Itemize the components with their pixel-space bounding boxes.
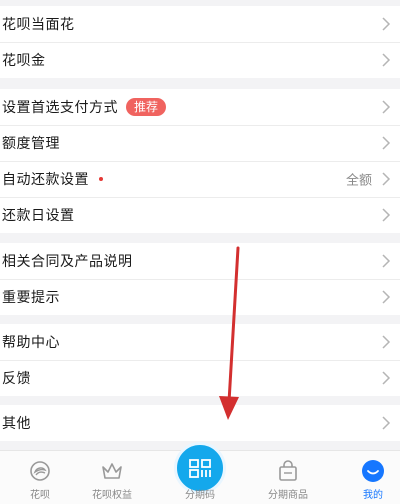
tab-huabei-benefits[interactable]: 花呗权益 — [72, 451, 152, 504]
menu-group-3: 相关合同及产品说明 重要提示 — [0, 243, 400, 315]
huabei-settings-screen: 花呗当面花 花呗金 设置首选支付方式 推荐 额度管理 自动还款设置 全额 还款日… — [0, 0, 400, 504]
menu-group-2: 设置首选支付方式 推荐 额度管理 自动还款设置 全额 还款日设置 — [0, 89, 400, 233]
tab-huabei[interactable]: 花呗 — [0, 451, 80, 504]
shopping-bag-icon — [279, 460, 297, 481]
menu-item-label: 还款日设置 — [2, 208, 75, 224]
menu-item-contracts[interactable]: 相关合同及产品说明 — [0, 243, 400, 279]
chevron-right-icon — [382, 172, 391, 186]
menu-item-feedback[interactable]: 反馈 — [0, 360, 400, 396]
chevron-right-icon — [382, 254, 391, 268]
menu-item-label: 相关合同及产品说明 — [2, 254, 133, 270]
menu-group-1: 花呗当面花 花呗金 — [0, 6, 400, 78]
menu-item-other[interactable]: 其他 — [0, 405, 400, 441]
tab-mine[interactable]: 我的 — [333, 451, 400, 504]
profile-icon — [362, 460, 384, 482]
chevron-right-icon — [382, 335, 391, 349]
menu-group-5: 其他 — [0, 405, 400, 441]
installment-code-label: 分期码 — [185, 490, 215, 501]
tab-label: 花呗权益 — [92, 490, 132, 501]
menu-item-label: 自动还款设置 — [2, 172, 89, 188]
menu-item-label: 额度管理 — [2, 136, 60, 152]
menu-item-auto-repay[interactable]: 自动还款设置 全额 — [0, 161, 400, 197]
menu-item-label: 重要提示 — [2, 290, 60, 306]
menu-item-repay-date[interactable]: 还款日设置 — [0, 197, 400, 233]
menu-item-credit-limit[interactable]: 额度管理 — [0, 125, 400, 161]
huabei-icon — [30, 461, 50, 481]
tab-label: 花呗 — [30, 490, 50, 501]
menu-item-label: 花呗金 — [2, 53, 46, 69]
menu-item-label: 设置首选支付方式 — [2, 100, 118, 116]
chevron-right-icon — [382, 208, 391, 222]
menu-item-label: 反馈 — [2, 371, 31, 387]
menu-item-preferred-payment[interactable]: 设置首选支付方式 推荐 — [0, 89, 400, 125]
menu-item-help-center[interactable]: 帮助中心 — [0, 324, 400, 360]
chevron-right-icon — [382, 136, 391, 150]
menu-item-huabei-face-pay[interactable]: 花呗当面花 — [0, 6, 400, 42]
chevron-right-icon — [382, 371, 391, 385]
recommend-badge: 推荐 — [126, 98, 167, 116]
auto-repay-value: 全额 — [345, 173, 372, 189]
installment-code-icon — [189, 459, 211, 478]
tab-label: 分期商品 — [268, 490, 308, 501]
tab-installment-goods[interactable]: 分期商品 — [248, 451, 328, 504]
tab-label: 我的 — [363, 490, 383, 501]
chevron-right-icon — [382, 290, 391, 304]
menu-item-label: 花呗当面花 — [2, 17, 75, 33]
notification-dot — [99, 177, 103, 181]
menu-item-label: 其他 — [2, 416, 31, 432]
chevron-right-icon — [382, 416, 391, 430]
crown-icon — [102, 463, 122, 479]
menu-item-important-notice[interactable]: 重要提示 — [0, 279, 400, 315]
chevron-right-icon — [382, 17, 391, 31]
chevron-right-icon — [382, 100, 391, 114]
chevron-right-icon — [382, 53, 391, 67]
menu-item-huabei-gold[interactable]: 花呗金 — [0, 42, 400, 78]
menu-group-4: 帮助中心 反馈 — [0, 324, 400, 396]
menu-item-label: 帮助中心 — [2, 335, 60, 351]
